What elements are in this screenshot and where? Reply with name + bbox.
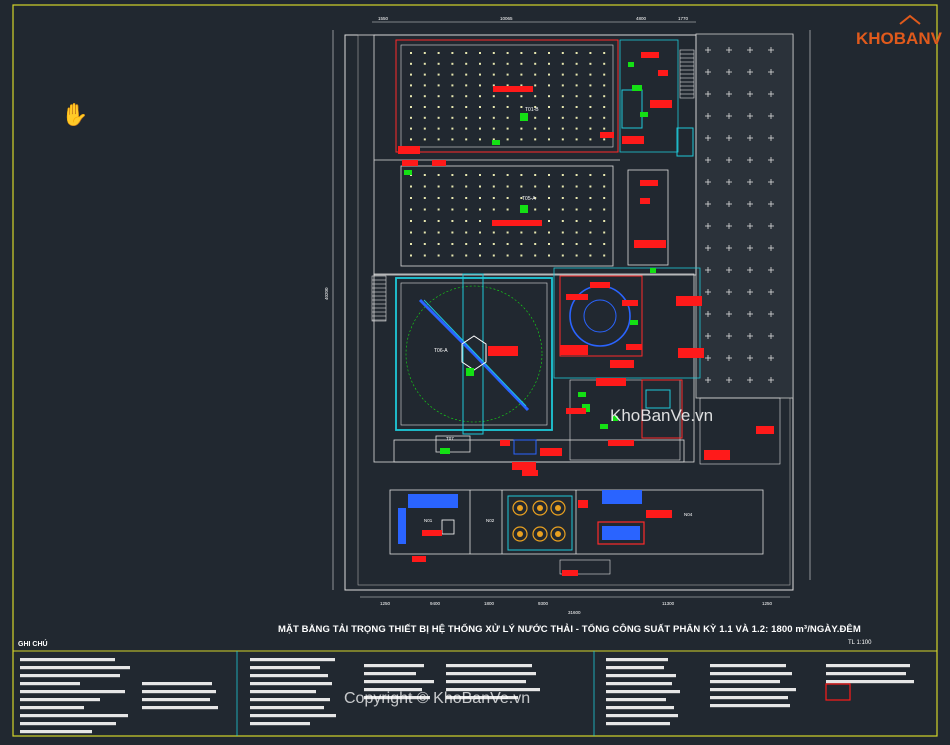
dim-bottom-5: 1800 (484, 601, 495, 606)
khobanve-logo: KHOBANVE (856, 14, 942, 48)
dim-left-total: 40200 (324, 287, 329, 300)
legend-red-box (825, 683, 851, 701)
aeration-basin-bottom: T05-A (400, 165, 614, 267)
room-label-n01: N01 (424, 518, 433, 523)
drawing-sheet: T01-B T05-A T06-A T07 N01 N02 N04 1550 1… (0, 0, 950, 740)
watermark-center: KhoBanVe.vn (610, 406, 714, 425)
dim-bottom-8: 11300 (662, 601, 675, 606)
clarifier-tank: T06-A (395, 273, 553, 435)
pump-row: T07 (435, 435, 562, 470)
watermark-copyright: Copyright © KhoBanVe.vn (344, 690, 531, 707)
dim-top-4: 1770 (678, 16, 689, 21)
dim-bottom-3: 9400 (430, 601, 441, 606)
aeration-basin-top: T01-B (395, 39, 619, 153)
dim-top-1: 1550 (378, 16, 389, 21)
dim-bottom-7: 9300 (538, 601, 549, 606)
dim-top-3: 4800 (636, 16, 647, 21)
room-label-n02: N02 (486, 518, 495, 523)
tank-label-t01: T01-B (525, 107, 539, 113)
dim-top-2: 10065 (500, 16, 513, 21)
tank-label-t07: T07 (446, 436, 454, 441)
dim-bottom-1: 1250 (380, 601, 391, 606)
dim-bottom-total: 31600 (568, 610, 581, 615)
drawing-scale: TL 1:100 (848, 640, 872, 646)
tank-label-t06: T06-A (434, 348, 448, 354)
logo-text: KHOBANVE (856, 29, 942, 48)
notes-heading: GHI CHÚ (18, 641, 48, 648)
hand-cursor-icon: ✋ (61, 102, 89, 127)
parking-area (695, 33, 794, 399)
room-label-n04: N04 (684, 512, 693, 517)
dim-bottom-10: 1250 (762, 601, 773, 606)
tank-label-t05: T05-A (522, 196, 536, 202)
drawing-title: MẶT BẰNG TẢI TRỌNG THIẾT BỊ HỆ THỐNG XỬ … (278, 624, 861, 635)
equipment-building: N01 N02 N04 (398, 490, 693, 575)
